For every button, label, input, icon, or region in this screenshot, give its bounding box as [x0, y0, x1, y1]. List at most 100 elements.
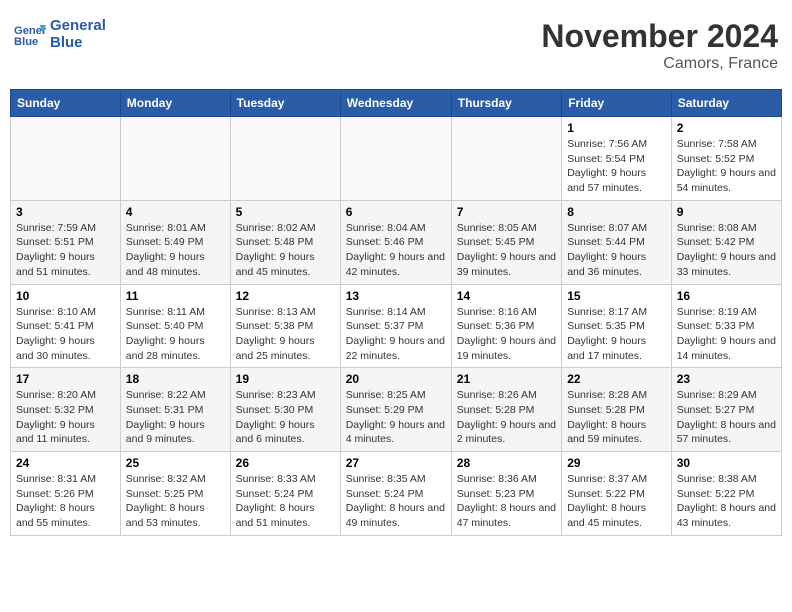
- day-info: Sunrise: 8:05 AMSunset: 5:45 PMDaylight:…: [457, 221, 556, 280]
- day-cell: 4 Sunrise: 8:01 AMSunset: 5:49 PMDaylight…: [120, 200, 230, 284]
- day-cell: 8 Sunrise: 8:07 AMSunset: 5:44 PMDaylight…: [562, 200, 672, 284]
- day-info: Sunrise: 8:38 AMSunset: 5:22 PMDaylight:…: [677, 472, 776, 531]
- logo: General Blue General Blue: [14, 18, 106, 51]
- location-title: Camors, France: [541, 55, 778, 73]
- day-number: 20: [346, 372, 446, 386]
- calendar: SundayMondayTuesdayWednesdayThursdayFrid…: [10, 89, 782, 536]
- day-info: Sunrise: 8:37 AMSunset: 5:22 PMDaylight:…: [567, 472, 666, 531]
- day-number: 15: [567, 289, 666, 303]
- day-cell: 16Sunrise: 8:19 AMSunset: 5:33 PMDayligh…: [671, 284, 781, 368]
- day-cell: 25 Sunrise: 8:32 AMSunset: 5:25 PMDayligh…: [120, 452, 230, 536]
- day-number: 14: [457, 289, 556, 303]
- day-cell: 7 Sunrise: 8:05 AMSunset: 5:45 PMDaylight…: [451, 200, 561, 284]
- header: General Blue General Blue November 2024 …: [10, 10, 782, 81]
- day-cell: [340, 117, 451, 201]
- calendar-header-row: SundayMondayTuesdayWednesdayThursdayFrid…: [11, 90, 782, 117]
- day-cell: 22Sunrise: 8:28 AMSunset: 5:28 PMDayligh…: [562, 368, 672, 452]
- day-info: Sunrise: 8:02 AMSunset: 5:48 PMDaylight:…: [236, 221, 335, 280]
- day-info: Sunrise: 8:26 AMSunset: 5:28 PMDaylight:…: [457, 388, 556, 447]
- day-info: Sunrise: 8:08 AMSunset: 5:42 PMDaylight:…: [677, 221, 776, 280]
- day-number: 9: [677, 205, 776, 219]
- day-cell: 10 Sunrise: 8:10 AMSunset: 5:41 PMDayligh…: [11, 284, 121, 368]
- day-number: 25: [126, 456, 225, 470]
- day-number: 13: [346, 289, 446, 303]
- day-cell: 30 Sunrise: 8:38 AMSunset: 5:22 PMDayligh…: [671, 452, 781, 536]
- day-number: 24: [16, 456, 115, 470]
- day-info: Sunrise: 8:29 AMSunset: 5:27 PMDaylight:…: [677, 388, 776, 447]
- day-info: Sunrise: 8:23 AMSunset: 5:30 PMDaylight:…: [236, 388, 335, 447]
- day-info: Sunrise: 8:13 AMSunset: 5:38 PMDaylight:…: [236, 305, 335, 364]
- day-info: Sunrise: 8:10 AMSunset: 5:41 PMDaylight:…: [16, 305, 115, 364]
- day-info: Sunrise: 8:20 AMSunset: 5:32 PMDaylight:…: [16, 388, 115, 447]
- day-number: 10: [16, 289, 115, 303]
- day-cell: [230, 117, 340, 201]
- day-cell: 14 Sunrise: 8:16 AMSunset: 5:36 PMDayligh…: [451, 284, 561, 368]
- day-cell: 23Sunrise: 8:29 AMSunset: 5:27 PMDayligh…: [671, 368, 781, 452]
- day-cell: 5 Sunrise: 8:02 AMSunset: 5:48 PMDaylight…: [230, 200, 340, 284]
- day-info: Sunrise: 8:16 AMSunset: 5:36 PMDaylight:…: [457, 305, 556, 364]
- header-monday: Monday: [120, 90, 230, 117]
- day-info: Sunrise: 8:35 AMSunset: 5:24 PMDaylight:…: [346, 472, 446, 531]
- day-info: Sunrise: 8:32 AMSunset: 5:25 PMDaylight:…: [126, 472, 225, 531]
- day-number: 8: [567, 205, 666, 219]
- day-cell: [11, 117, 121, 201]
- day-info: Sunrise: 8:11 AMSunset: 5:40 PMDaylight:…: [126, 305, 225, 364]
- day-cell: 6 Sunrise: 8:04 AMSunset: 5:46 PMDaylight…: [340, 200, 451, 284]
- logo-line2: Blue: [50, 35, 106, 52]
- logo-line1: General: [50, 18, 106, 35]
- day-number: 16: [677, 289, 776, 303]
- day-number: 26: [236, 456, 335, 470]
- day-number: 19: [236, 372, 335, 386]
- day-number: 7: [457, 205, 556, 219]
- day-cell: 19 Sunrise: 8:23 AMSunset: 5:30 PMDayligh…: [230, 368, 340, 452]
- logo-icon: General Blue: [14, 21, 46, 49]
- day-info: Sunrise: 7:58 AMSunset: 5:52 PMDaylight:…: [677, 137, 776, 196]
- day-cell: 20Sunrise: 8:25 AMSunset: 5:29 PMDayligh…: [340, 368, 451, 452]
- day-number: 28: [457, 456, 556, 470]
- day-info: Sunrise: 7:59 AMSunset: 5:51 PMDaylight:…: [16, 221, 115, 280]
- day-cell: 12 Sunrise: 8:13 AMSunset: 5:38 PMDayligh…: [230, 284, 340, 368]
- day-cell: 17 Sunrise: 8:20 AMSunset: 5:32 PMDayligh…: [11, 368, 121, 452]
- header-sunday: Sunday: [11, 90, 121, 117]
- day-info: Sunrise: 8:22 AMSunset: 5:31 PMDaylight:…: [126, 388, 225, 447]
- day-cell: [451, 117, 561, 201]
- day-number: 1: [567, 121, 666, 135]
- week-row-3: 10 Sunrise: 8:10 AMSunset: 5:41 PMDayligh…: [11, 284, 782, 368]
- day-cell: 29 Sunrise: 8:37 AMSunset: 5:22 PMDayligh…: [562, 452, 672, 536]
- day-cell: 24 Sunrise: 8:31 AMSunset: 5:26 PMDayligh…: [11, 452, 121, 536]
- header-thursday: Thursday: [451, 90, 561, 117]
- day-number: 27: [346, 456, 446, 470]
- day-number: 11: [126, 289, 225, 303]
- day-info: Sunrise: 8:14 AMSunset: 5:37 PMDaylight:…: [346, 305, 446, 364]
- day-info: Sunrise: 8:07 AMSunset: 5:44 PMDaylight:…: [567, 221, 666, 280]
- day-info: Sunrise: 8:04 AMSunset: 5:46 PMDaylight:…: [346, 221, 446, 280]
- day-number: 12: [236, 289, 335, 303]
- week-row-1: 1 Sunrise: 7:56 AMSunset: 5:54 PMDaylight…: [11, 117, 782, 201]
- day-cell: 1 Sunrise: 7:56 AMSunset: 5:54 PMDaylight…: [562, 117, 672, 201]
- day-info: Sunrise: 7:56 AMSunset: 5:54 PMDaylight:…: [567, 137, 666, 196]
- svg-text:Blue: Blue: [14, 36, 38, 48]
- day-cell: 26Sunrise: 8:33 AMSunset: 5:24 PMDayligh…: [230, 452, 340, 536]
- day-number: 22: [567, 372, 666, 386]
- day-number: 4: [126, 205, 225, 219]
- day-number: 6: [346, 205, 446, 219]
- day-info: Sunrise: 8:01 AMSunset: 5:49 PMDaylight:…: [126, 221, 225, 280]
- header-wednesday: Wednesday: [340, 90, 451, 117]
- day-number: 17: [16, 372, 115, 386]
- header-friday: Friday: [562, 90, 672, 117]
- day-number: 30: [677, 456, 776, 470]
- day-cell: 9 Sunrise: 8:08 AMSunset: 5:42 PMDaylight…: [671, 200, 781, 284]
- month-title: November 2024: [541, 18, 778, 55]
- day-cell: 28Sunrise: 8:36 AMSunset: 5:23 PMDayligh…: [451, 452, 561, 536]
- day-info: Sunrise: 8:17 AMSunset: 5:35 PMDaylight:…: [567, 305, 666, 364]
- day-cell: 21Sunrise: 8:26 AMSunset: 5:28 PMDayligh…: [451, 368, 561, 452]
- week-row-4: 17 Sunrise: 8:20 AMSunset: 5:32 PMDayligh…: [11, 368, 782, 452]
- day-cell: 27 Sunrise: 8:35 AMSunset: 5:24 PMDayligh…: [340, 452, 451, 536]
- day-info: Sunrise: 8:31 AMSunset: 5:26 PMDaylight:…: [16, 472, 115, 531]
- day-number: 29: [567, 456, 666, 470]
- day-number: 5: [236, 205, 335, 219]
- day-cell: 2Sunrise: 7:58 AMSunset: 5:52 PMDaylight…: [671, 117, 781, 201]
- header-saturday: Saturday: [671, 90, 781, 117]
- day-cell: [120, 117, 230, 201]
- day-number: 18: [126, 372, 225, 386]
